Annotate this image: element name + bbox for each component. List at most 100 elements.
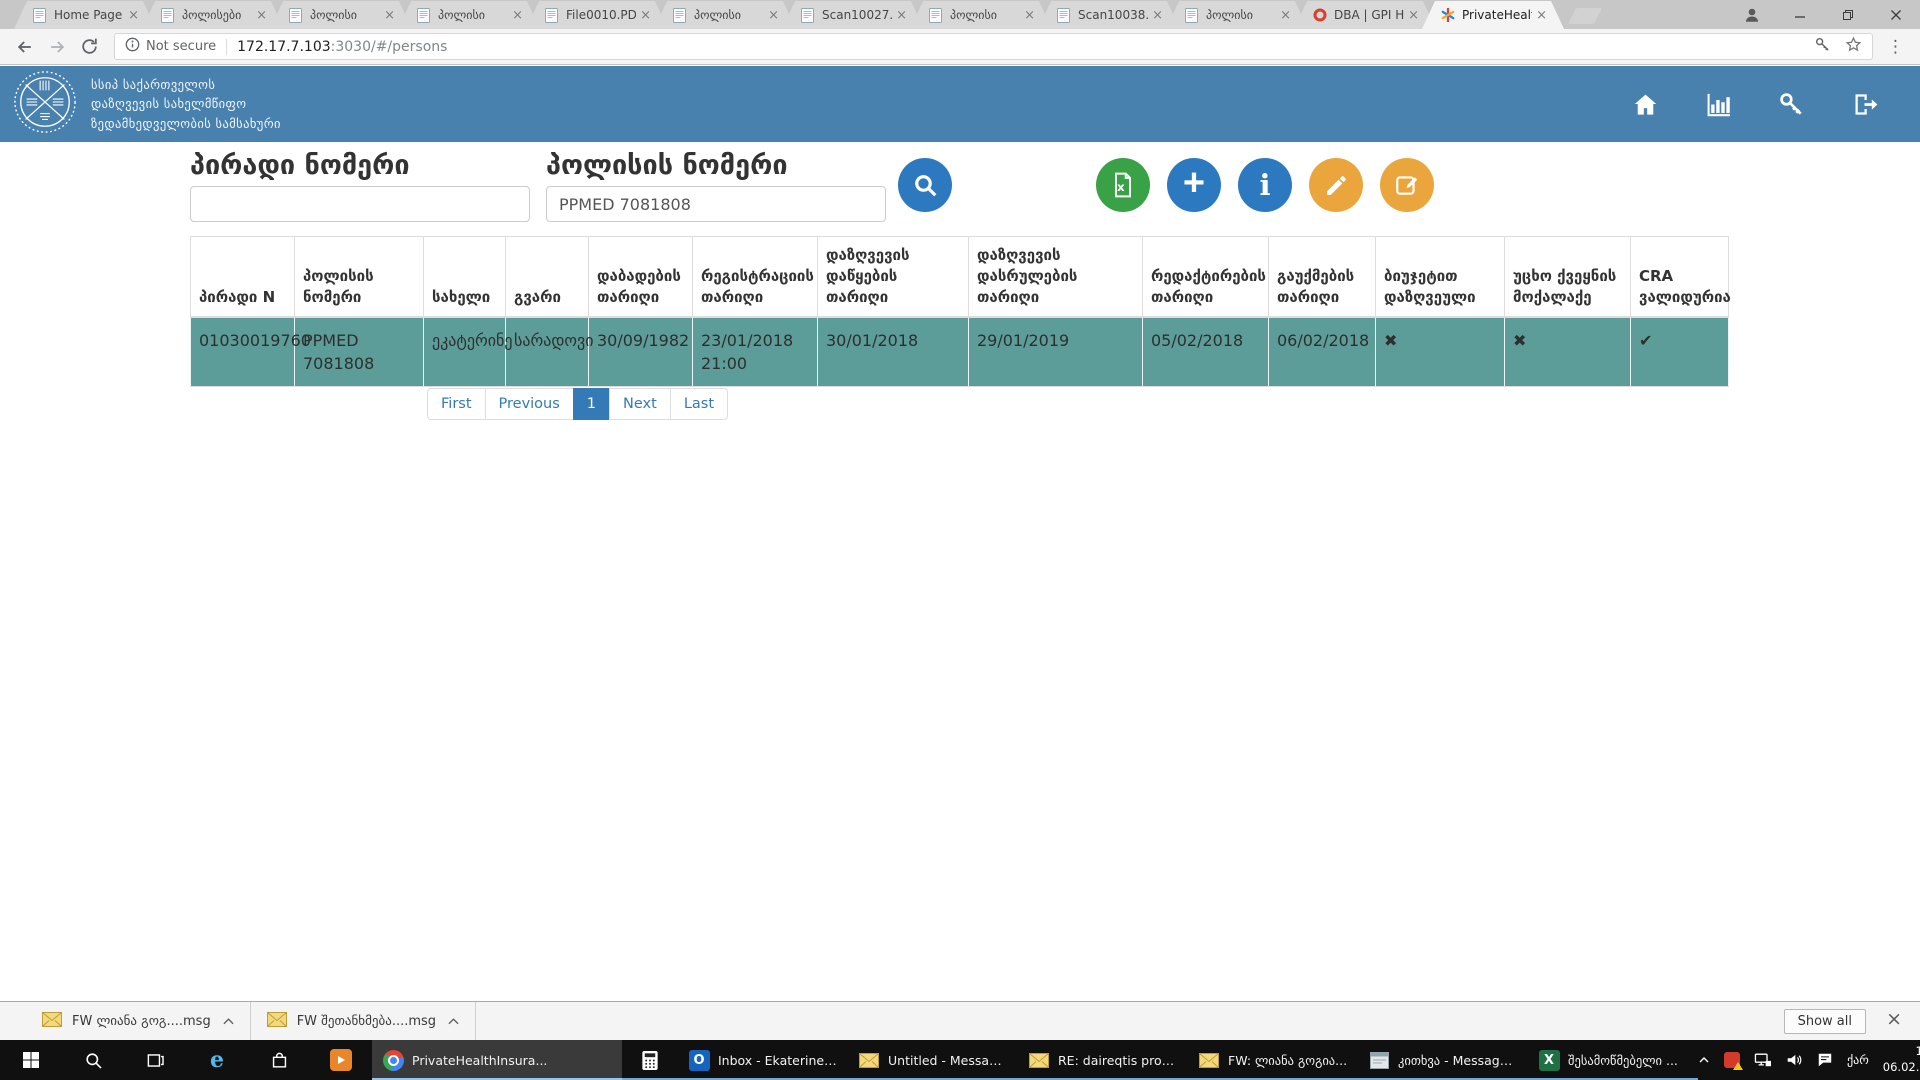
reload-button[interactable] xyxy=(74,32,104,62)
notification-icon[interactable] xyxy=(1817,1052,1833,1068)
download-item[interactable]: FW ლიანა გოგ....msg xyxy=(26,1002,251,1040)
personal-number-input[interactable] xyxy=(190,186,530,222)
browser-tab[interactable]: პოლისი× xyxy=(1166,1,1308,29)
taskbar-task-view-button[interactable] xyxy=(124,1040,186,1080)
page-favicon xyxy=(1185,7,1200,23)
window-controls xyxy=(1728,0,1920,29)
antivirus-icon[interactable] xyxy=(1724,1052,1740,1068)
tab-close-icon[interactable]: × xyxy=(384,9,395,22)
pagination-first-button[interactable]: First xyxy=(427,388,486,420)
taskbar-app-mail[interactable]: FW: ლიანა გოგია... xyxy=(1188,1040,1358,1080)
tab-close-icon[interactable]: × xyxy=(1280,9,1291,22)
url-host: 172.17.7.103 xyxy=(237,39,331,55)
table-header-row: პირადი Nპოლისის ნომერისახელიგვარიდაბადებ… xyxy=(191,237,1729,318)
info-icon[interactable] xyxy=(125,37,140,56)
browser-menu-icon[interactable]: ⋮ xyxy=(1881,37,1910,57)
tab-close-icon[interactable]: × xyxy=(640,9,651,22)
edit-button[interactable] xyxy=(1309,158,1363,212)
info-i-icon: i xyxy=(1259,171,1270,200)
download-item[interactable]: FW შეთანხმება....msg xyxy=(251,1002,476,1040)
close-window-button[interactable] xyxy=(1872,0,1920,29)
bookmark-star-icon[interactable] xyxy=(1845,36,1862,57)
taskbar-films-button[interactable] xyxy=(310,1040,372,1080)
back-button[interactable] xyxy=(10,32,40,62)
chart-icon[interactable] xyxy=(1704,90,1732,118)
minimize-button[interactable] xyxy=(1776,0,1824,29)
tab-close-icon[interactable]: × xyxy=(256,9,267,22)
table-cell: სარადოვი xyxy=(506,317,589,387)
taskbar-edge-button[interactable]: e xyxy=(186,1040,248,1080)
taskbar-app-window[interactable]: კითხვა - Message ... xyxy=(1358,1040,1528,1080)
pagination-1-button[interactable]: 1 xyxy=(573,388,610,420)
browser-tab[interactable]: პოლისი × xyxy=(654,1,796,29)
volume-icon[interactable] xyxy=(1786,1052,1803,1068)
browser-tab[interactable]: DBA | GPI Hold× xyxy=(1294,1,1436,29)
language-indicator[interactable]: ქარ xyxy=(1847,1053,1869,1067)
taskbar-app-calculator[interactable] xyxy=(622,1040,678,1080)
pencil-icon xyxy=(1324,173,1349,198)
tab-close-icon[interactable]: × xyxy=(896,9,907,22)
tab-close-icon[interactable]: × xyxy=(1536,9,1547,22)
browser-tab[interactable]: PrivateHealthIn × xyxy=(1422,1,1564,29)
browser-tab[interactable]: File0010.PDF × xyxy=(526,1,668,29)
clock[interactable]: 11:59 06.02.2018 xyxy=(1883,1044,1920,1075)
taskbar-app-excel[interactable]: Xშესამოწმებელი ... xyxy=(1528,1040,1698,1080)
browser-tab[interactable]: Scan10038.JPG× xyxy=(1038,1,1180,29)
restore-button[interactable] xyxy=(1824,0,1872,29)
tab-close-icon[interactable]: × xyxy=(768,9,779,22)
download-file-name: FW ლიანა გოგ....msg xyxy=(72,1014,211,1029)
system-tray: ქარ 11:59 06.02.2018 xyxy=(1698,1040,1920,1080)
url-bar[interactable]: Not secure 172.17.7.103:3030/#/persons xyxy=(114,33,1873,60)
profile-icon[interactable] xyxy=(1728,0,1776,29)
url-divider xyxy=(226,39,227,55)
excel-export-button[interactable]: x xyxy=(1096,158,1150,212)
taskbar-search-button[interactable] xyxy=(62,1040,124,1080)
search-button[interactable] xyxy=(898,158,952,212)
taskbar-app-mail[interactable]: RE: daireqtis proble... xyxy=(1018,1040,1188,1080)
chevron-up-icon[interactable] xyxy=(448,1015,459,1028)
taskbar-app-outlook[interactable]: OInbox - Ekaterine O... xyxy=(678,1040,848,1080)
pagination-next-button[interactable]: Next xyxy=(609,388,671,420)
tab-close-icon[interactable]: × xyxy=(1152,9,1163,22)
home-icon[interactable] xyxy=(1631,90,1659,118)
taskbar-start-button[interactable] xyxy=(0,1040,62,1080)
network-icon[interactable] xyxy=(1754,1052,1772,1068)
key-access-icon[interactable] xyxy=(1777,90,1805,118)
browser-tab[interactable]: პოლისი× xyxy=(270,1,412,29)
taskbar-app-chrome[interactable]: PrivateHealthInsura... xyxy=(372,1040,622,1080)
browser-tab[interactable]: Scan10027.JPG× xyxy=(782,1,924,29)
tab-close-icon[interactable]: × xyxy=(1408,9,1419,22)
tab-close-icon[interactable]: × xyxy=(128,9,139,22)
url-text[interactable]: 172.17.7.103:3030/#/persons xyxy=(237,39,1814,55)
tab-title: File0010.PDF xyxy=(566,8,636,22)
browser-tab[interactable]: პოლისები× xyxy=(142,1,284,29)
key-icon[interactable] xyxy=(1814,36,1831,57)
table-row[interactable]: 01030019760PPMED 7081808ეკატერინესარადოვ… xyxy=(191,317,1729,387)
tab-title: პოლისი xyxy=(694,8,764,22)
pagination-previous-button[interactable]: Previous xyxy=(485,388,574,420)
logout-icon[interactable] xyxy=(1850,90,1878,118)
download-bar-close-icon[interactable]: × xyxy=(1886,1008,1902,1030)
show-all-button[interactable]: Show all xyxy=(1784,1009,1866,1034)
browser-tab[interactable]: პოლისი× xyxy=(910,1,1052,29)
policy-number-input[interactable] xyxy=(546,186,886,222)
persons-table: პირადი Nპოლისის ნომერისახელიგვარიდაბადებ… xyxy=(190,236,1729,387)
tray-expand-icon[interactable] xyxy=(1698,1054,1710,1066)
info-button[interactable]: i xyxy=(1238,158,1292,212)
taskbar-store-button[interactable] xyxy=(248,1040,310,1080)
new-tab-button[interactable] xyxy=(1568,8,1603,24)
policy-number-label: პოლისის ნომერი xyxy=(546,150,788,181)
tab-close-icon[interactable]: × xyxy=(512,9,523,22)
taskbar-app-mail[interactable]: Untitled - Message ... xyxy=(848,1040,1018,1080)
mail-icon xyxy=(858,1049,880,1071)
pagination-last-button[interactable]: Last xyxy=(670,388,728,420)
chevron-up-icon[interactable] xyxy=(223,1015,234,1028)
edit-note-button[interactable] xyxy=(1380,158,1434,212)
browser-tab[interactable]: Home Page× xyxy=(14,1,156,29)
calculator-icon xyxy=(639,1049,661,1071)
tab-title: PrivateHealthIn xyxy=(1462,8,1532,22)
browser-tab[interactable]: პოლისი× xyxy=(398,1,540,29)
forward-button[interactable] xyxy=(42,32,72,62)
add-button[interactable]: + xyxy=(1167,158,1221,212)
tab-close-icon[interactable]: × xyxy=(1024,9,1035,22)
